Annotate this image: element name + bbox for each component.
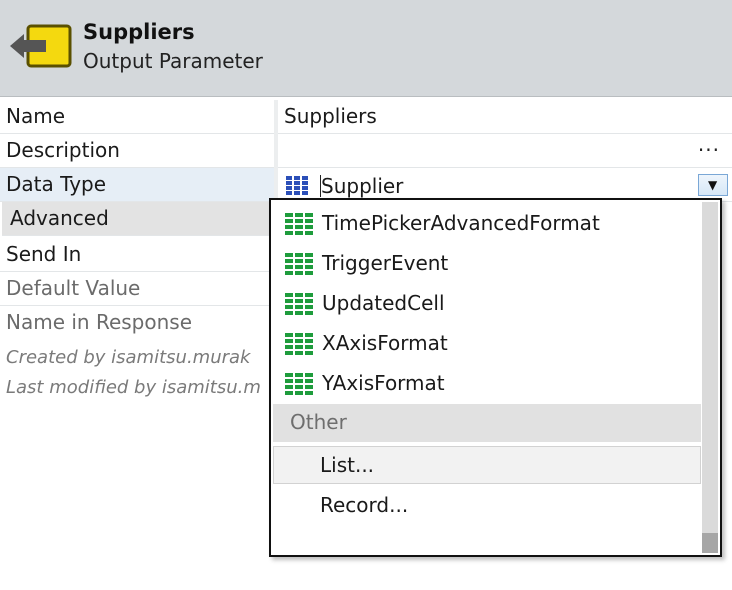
property-row-description[interactable]: ... Description bbox=[0, 132, 732, 168]
list-item-label: YAxisFormat bbox=[322, 371, 445, 395]
data-type-dropdown-button[interactable]: ▼ bbox=[698, 174, 728, 196]
list-item-label: XAxisFormat bbox=[322, 331, 448, 355]
name-label: Name bbox=[6, 104, 66, 128]
name-in-response-label: Name in Response bbox=[6, 310, 193, 334]
list-item[interactable]: YAxisFormat bbox=[273, 364, 701, 404]
chevron-down-icon: ▼ bbox=[708, 178, 718, 192]
group-header-other: Other bbox=[273, 404, 701, 442]
structure-icon bbox=[285, 253, 315, 275]
data-type-label: Data Type bbox=[6, 172, 107, 196]
value-cell: ... bbox=[278, 132, 732, 168]
structure-icon bbox=[285, 213, 315, 235]
send-in-label: Send In bbox=[6, 242, 82, 266]
structure-icon bbox=[285, 333, 315, 355]
record-option-label[interactable]: Record... bbox=[320, 493, 408, 517]
list-item[interactable]: UpdatedCell bbox=[273, 284, 701, 324]
created-by-text: Created by isamitsu.murak bbox=[6, 347, 251, 368]
list-item-label: TriggerEvent bbox=[322, 251, 449, 275]
structure-icon bbox=[285, 293, 315, 315]
description-label: Description bbox=[6, 138, 120, 162]
list-item-label: UpdatedCell bbox=[322, 291, 445, 315]
modified-by-text: Last modified by isamitsu.m bbox=[6, 377, 261, 398]
description-ellipsis-button[interactable]: ... bbox=[698, 132, 720, 156]
data-type-dropdown-list[interactable]: TimePickerAdvancedFormat TriggerEvent Up… bbox=[269, 198, 722, 557]
list-option-label[interactable]: List... bbox=[320, 453, 374, 477]
list-item-label: TimePickerAdvancedFormat bbox=[322, 211, 600, 235]
list-item[interactable]: TimePickerAdvancedFormat bbox=[273, 204, 701, 244]
advanced-section-label: Advanced bbox=[10, 206, 109, 230]
header: Suppliers Output Parameter bbox=[0, 0, 732, 97]
group-header-label: Other bbox=[290, 410, 347, 434]
scrollbar[interactable] bbox=[702, 202, 718, 553]
list-item[interactable]: TriggerEvent bbox=[273, 244, 701, 284]
property-row-name[interactable]: Name Suppliers bbox=[0, 100, 732, 134]
output-parameter-icon bbox=[10, 23, 74, 69]
list-item[interactable]: XAxisFormat bbox=[273, 324, 701, 364]
data-type-input[interactable]: Supplier bbox=[321, 174, 403, 198]
structure-icon bbox=[285, 373, 315, 395]
page-subtitle: Output Parameter bbox=[83, 49, 263, 73]
default-value-label: Default Value bbox=[6, 276, 141, 300]
page-title: Suppliers bbox=[83, 20, 195, 44]
scrollbar-thumb[interactable] bbox=[702, 533, 718, 553]
structure-icon bbox=[286, 176, 314, 196]
name-value[interactable]: Suppliers bbox=[284, 104, 377, 128]
